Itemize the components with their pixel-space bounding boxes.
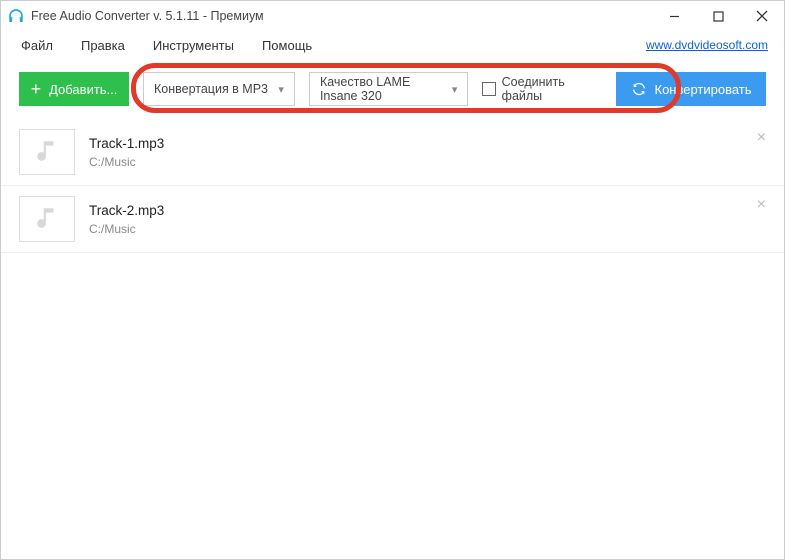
quality-selected: Качество LAME Insane 320 (320, 75, 444, 103)
file-path: C:/Music (89, 155, 164, 169)
menu-help[interactable]: Помощь (248, 34, 326, 57)
refresh-icon (631, 81, 647, 97)
maximize-button[interactable] (696, 1, 740, 31)
file-info: Track-2.mp3 C:/Music (89, 203, 164, 236)
convert-button[interactable]: Конвертировать (616, 72, 766, 106)
file-list: Track-1.mp3 C:/Music × Track-2.mp3 C:/Mu… (1, 119, 784, 253)
website-link[interactable]: www.dvdvideosoft.com (646, 38, 768, 52)
add-button-label: Добавить... (49, 82, 117, 97)
plus-icon: + (31, 80, 42, 98)
menu-tools[interactable]: Инструменты (139, 34, 248, 57)
window-controls (652, 1, 784, 31)
remove-item-button[interactable]: × (757, 196, 766, 214)
window-title: Free Audio Converter v. 5.1.11 - Премиум (31, 9, 264, 23)
titlebar: Free Audio Converter v. 5.1.11 - Премиум (1, 1, 784, 31)
menu-file[interactable]: Файл (7, 34, 67, 57)
add-files-button[interactable]: + Добавить... (19, 72, 129, 106)
convert-button-label: Конвертировать (655, 82, 752, 97)
file-thumbnail (19, 129, 75, 175)
list-item[interactable]: Track-1.mp3 C:/Music × (1, 119, 784, 186)
join-files-label: Соединить файлы (502, 75, 602, 103)
file-name: Track-2.mp3 (89, 203, 164, 218)
chevron-down-icon: ▾ (452, 83, 458, 96)
format-selected: Конвертация в MP3 (154, 82, 268, 96)
menubar: Файл Правка Инструменты Помощь www.dvdvi… (1, 31, 784, 59)
list-item[interactable]: Track-2.mp3 C:/Music × (1, 186, 784, 253)
music-note-icon (34, 138, 60, 167)
format-dropdown[interactable]: Конвертация в MP3 ▾ (143, 72, 295, 106)
music-note-icon (34, 205, 60, 234)
minimize-button[interactable] (652, 1, 696, 31)
file-thumbnail (19, 196, 75, 242)
file-info: Track-1.mp3 C:/Music (89, 136, 164, 169)
quality-dropdown[interactable]: Качество LAME Insane 320 ▾ (309, 72, 468, 106)
file-name: Track-1.mp3 (89, 136, 164, 151)
app-icon (7, 7, 25, 25)
toolbar: + Добавить... Конвертация в MP3 ▾ Качест… (1, 59, 784, 119)
close-button[interactable] (740, 1, 784, 31)
file-path: C:/Music (89, 222, 164, 236)
chevron-down-icon: ▾ (278, 83, 284, 96)
checkbox-box (482, 82, 495, 96)
join-files-checkbox[interactable]: Соединить файлы (482, 75, 602, 103)
menu-edit[interactable]: Правка (67, 34, 139, 57)
remove-item-button[interactable]: × (757, 129, 766, 147)
